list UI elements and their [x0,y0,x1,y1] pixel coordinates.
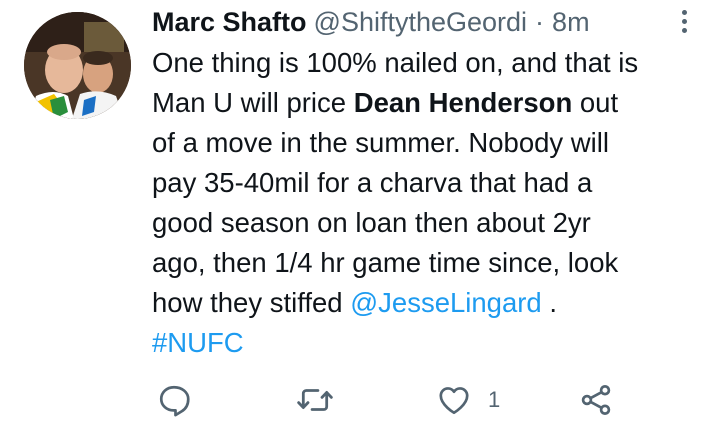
reply-icon [159,385,190,417]
action-bar: 1 [0,380,720,424]
tweet-text-line: how they stiffed @JesseLingard . [152,283,712,323]
tweet-text-line: #NUFC [152,323,712,363]
tweet-text-line: good season on loan then about 2yr [152,207,591,238]
retweet-button[interactable] [296,380,334,420]
tweet-text-line: ago, then 1/4 hr game time since, look [152,247,619,278]
tweet-text-segment: Man U will price [152,87,354,118]
retweet-icon [297,389,333,411]
tweet-text-line: of a move in the summer. Nobody will [152,127,609,158]
more-options-icon[interactable] [676,10,692,36]
reply-button[interactable] [156,380,192,420]
bold-name-dean-henderson: Dean Henderson [353,87,573,118]
heart-icon [439,387,469,415]
hashtag-link[interactable]: #NUFC [152,327,244,358]
share-button[interactable] [578,380,614,420]
user-handle[interactable]: @ShiftytheGeordi [314,4,528,40]
tweet[interactable]: Marc Shafto @ShiftytheGeordi · 8m One th… [0,0,720,427]
tweet-text-segment: how they stiffed [152,287,351,318]
like-button[interactable]: 1 [436,380,500,420]
display-name[interactable]: Marc Shafto [152,4,307,40]
avatar-image [24,12,131,119]
tweet-text-segment: . [541,287,558,318]
tweet-text-segment: out [572,87,619,118]
tweet-text: One thing is 100% nailed on, and that is… [152,43,712,363]
mention-link[interactable]: @JesseLingard [350,287,542,318]
tweet-text-line: One thing is 100% nailed on, and that is [152,47,639,78]
separator-dot: · [535,7,545,37]
timestamp[interactable]: 8m [552,4,590,40]
tweet-text-line: pay 35-40mil for a charva that had a [152,167,593,198]
share-icon [581,385,611,415]
tweet-header: Marc Shafto @ShiftytheGeordi · 8m [152,4,590,40]
like-count: 1 [488,387,501,412]
avatar[interactable] [24,12,131,119]
tweet-text-line: Man U will price Dean Henderson out [152,83,712,123]
